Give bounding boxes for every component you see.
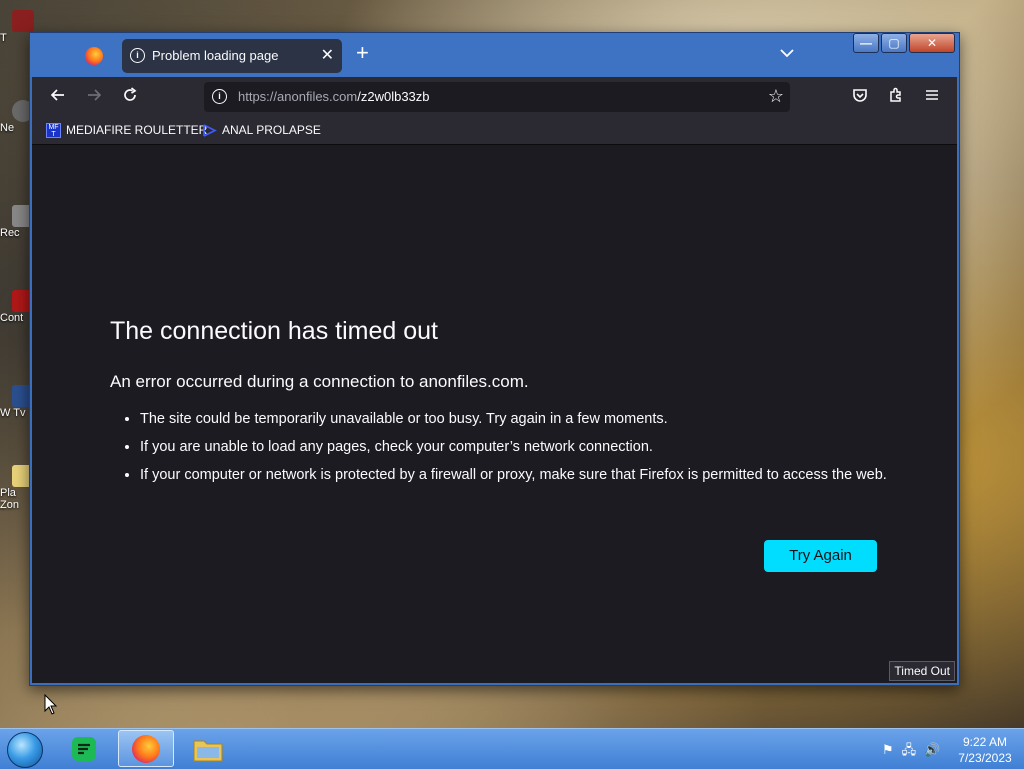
bookmark-star-icon[interactable]: ☆: [768, 86, 784, 107]
clock[interactable]: 9:22 AM 7/23/2023: [955, 734, 1015, 766]
desktop-icon-label: Rec: [0, 227, 20, 239]
menu-button[interactable]: [924, 87, 940, 106]
bookmark-item[interactable]: ANAL PROLAPSE: [202, 123, 321, 138]
url-host: https://anonfiles.com: [238, 89, 358, 104]
taskbar: ⚑ 🖧 🔊 9:22 AM 7/23/2023: [0, 728, 1024, 769]
app-icon: [12, 10, 34, 32]
chevron-down-icon: [780, 49, 794, 58]
mouse-cursor-icon: [44, 694, 58, 715]
info-icon[interactable]: i: [212, 89, 227, 104]
desktop-icon[interactable]: Pla Zon: [0, 465, 34, 511]
desktop-icon[interactable]: W Tv: [0, 385, 34, 419]
desktop-icon[interactable]: Ne: [0, 100, 34, 134]
start-button[interactable]: [7, 732, 43, 768]
puzzle-icon: [890, 87, 901, 102]
error-suggestions: The site could be temporarily unavailabl…: [110, 409, 920, 493]
mediafire-favicon: MF T: [46, 123, 61, 139]
desktop-icon-label: Pla Zon: [0, 487, 19, 511]
clock-time: 9:22 AM: [962, 735, 1008, 749]
desktop-icon-label: Ne: [0, 122, 15, 134]
close-window-button[interactable]: ✕: [909, 33, 955, 53]
error-title: The connection has timed out: [110, 317, 438, 345]
extensions-button[interactable]: [888, 87, 904, 106]
desktop-icon-label: W Tv: [0, 407, 26, 419]
desktop-icon-label: T: [0, 32, 7, 44]
action-center-flag-icon[interactable]: ⚑: [882, 742, 894, 757]
forward-button[interactable]: [86, 87, 102, 106]
forward-arrow-icon: [88, 89, 102, 101]
taskbar-app-explorer[interactable]: [180, 730, 236, 767]
list-item: The site could be temporarily unavailabl…: [140, 409, 920, 429]
url-text[interactable]: https://anonfiles.com/z2w0lb33zb: [238, 89, 430, 104]
error-page: The connection has timed out An error oc…: [32, 145, 957, 683]
close-tab-icon[interactable]: ✕: [321, 45, 334, 65]
error-subtitle: An error occurred during a connection to…: [110, 372, 529, 391]
folder-icon: [193, 740, 223, 761]
tab-title: Problem loading page: [152, 48, 279, 63]
nav-toolbar: i https://anonfiles.com/z2w0lb33zb ☆: [32, 77, 957, 117]
info-icon: i: [130, 48, 145, 63]
title-bar[interactable]: i Problem loading page ✕ + — ▢ ✕: [30, 33, 959, 77]
list-item: If you are unable to load any pages, che…: [140, 437, 920, 457]
back-button[interactable]: [50, 87, 66, 106]
system-tray: ⚑ 🖧 🔊: [882, 741, 948, 763]
desktop-icon-label: Cont: [0, 312, 24, 324]
url-path: /z2w0lb33zb: [357, 89, 430, 104]
network-icon[interactable]: 🖧: [902, 742, 917, 757]
pocket-icon: [853, 89, 867, 102]
bookmarks-toolbar: MF T MEDIAFIRE ROULETTER ANAL PROLAPSE: [32, 117, 957, 145]
list-item: If your computer or network is protected…: [140, 465, 920, 485]
taskbar-app-sheets[interactable]: [56, 730, 112, 767]
taskbar-app-firefox[interactable]: [118, 730, 174, 767]
maximize-button[interactable]: ▢: [881, 33, 907, 53]
new-tab-button[interactable]: +: [356, 42, 369, 64]
reload-icon: [124, 87, 137, 101]
status-text: Timed Out: [889, 661, 955, 681]
firefox-icon: [132, 734, 160, 763]
desktop-icon[interactable]: Cont: [0, 290, 34, 324]
url-bar[interactable]: i https://anonfiles.com/z2w0lb33zb ☆: [204, 82, 790, 112]
clock-date: 7/23/2023: [958, 751, 1012, 765]
bookmark-item[interactable]: MF T MEDIAFIRE ROULETTER: [46, 123, 208, 139]
minimize-button[interactable]: —: [853, 33, 879, 53]
bookmark-label: MEDIAFIRE ROULETTER: [66, 123, 208, 137]
desktop-icon[interactable]: T: [0, 10, 34, 44]
tab-active[interactable]: i Problem loading page ✕: [122, 39, 342, 73]
firefox-icon: [85, 47, 103, 65]
notes-app-icon: [72, 736, 96, 761]
back-arrow-icon: [50, 89, 64, 101]
bookmark-label: ANAL PROLAPSE: [222, 123, 321, 137]
reload-button[interactable]: [122, 87, 138, 106]
pocket-button[interactable]: [852, 87, 868, 106]
volume-icon[interactable]: 🔊: [924, 742, 940, 757]
hamburger-menu-icon: [926, 90, 938, 100]
bookmark-favicon: [202, 123, 217, 138]
list-all-tabs-button[interactable]: [780, 45, 794, 61]
desktop-icon[interactable]: Rec: [0, 205, 34, 239]
try-again-button[interactable]: Try Again: [764, 540, 877, 572]
firefox-window: i Problem loading page ✕ + — ▢ ✕ i https…: [29, 32, 960, 686]
